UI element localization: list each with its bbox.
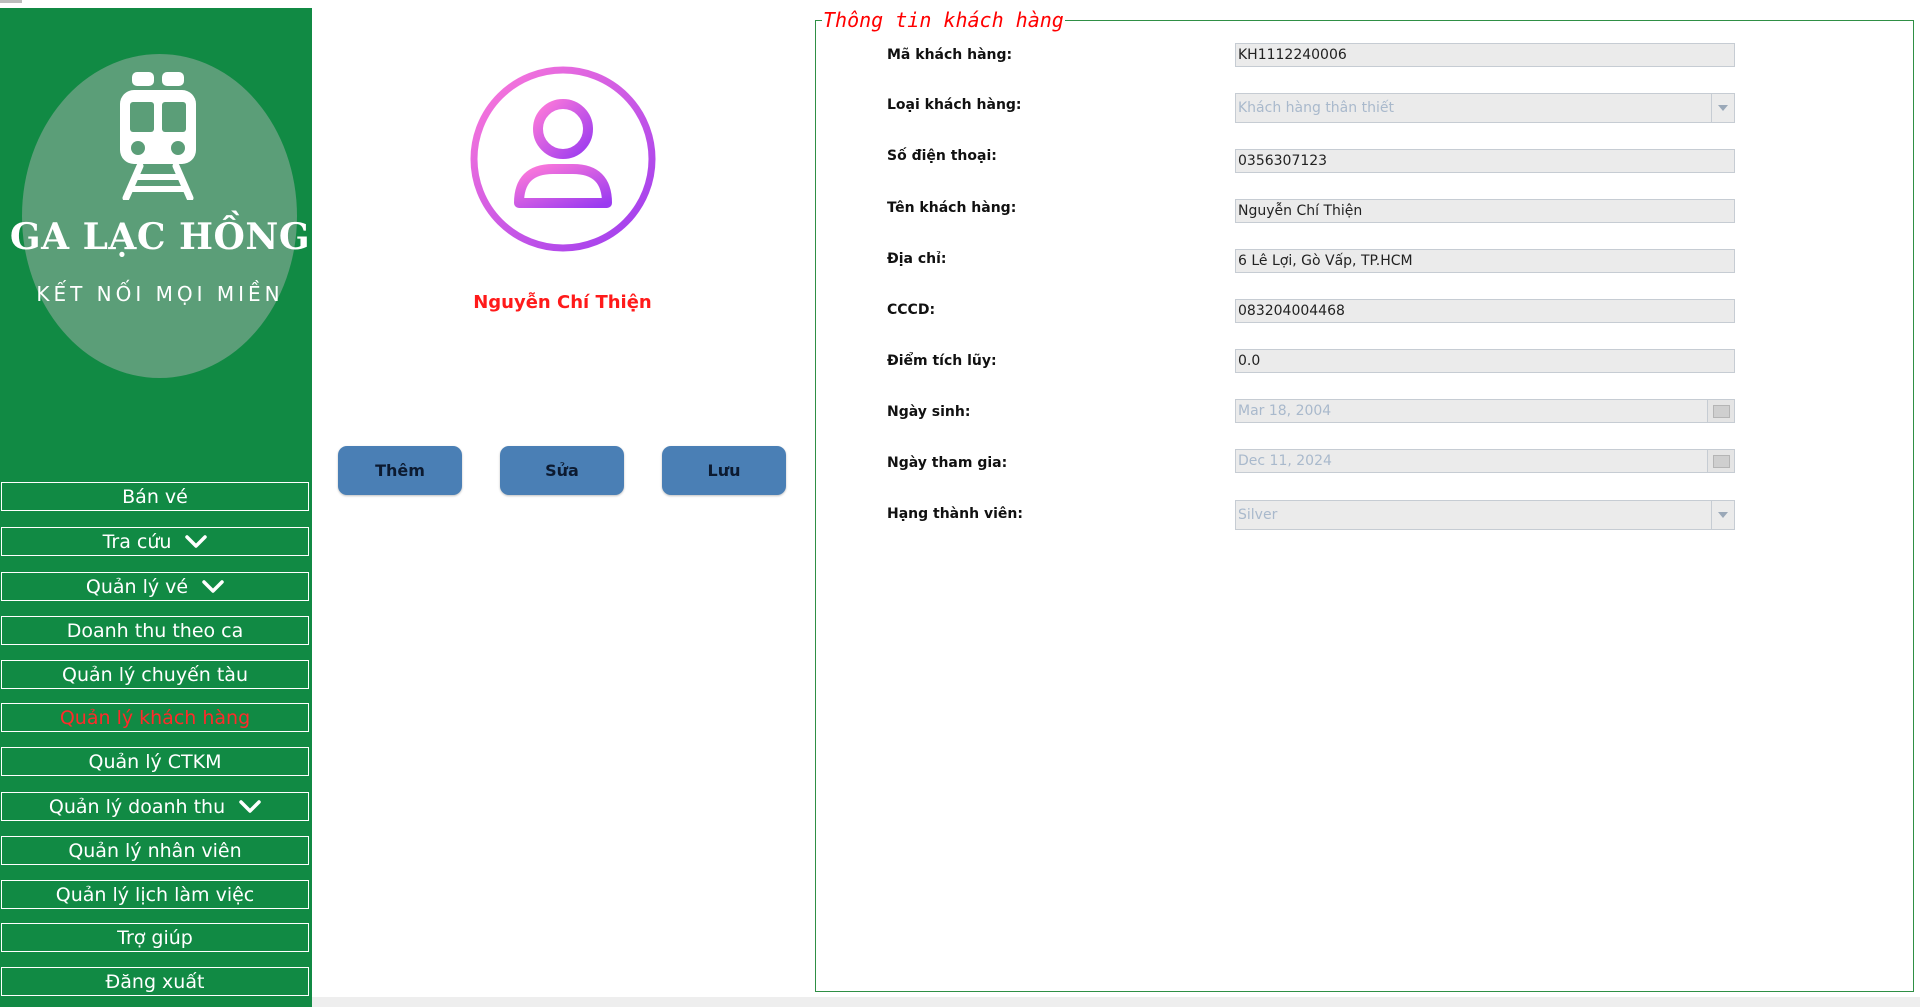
window-corner-mark — [0, 0, 22, 3]
chevron-down-icon[interactable] — [1711, 94, 1734, 122]
save-button[interactable]: Lưu — [662, 446, 786, 495]
membership-select[interactable]: Silver — [1235, 500, 1735, 530]
sidebar-item-label: Trợ giúp — [117, 926, 193, 949]
address-field[interactable]: 6 Lê Lợi, Gò Vấp, TP.HCM — [1235, 249, 1735, 273]
sidebar-item-label: Tra cứu — [102, 530, 172, 553]
bottom-scroll-strip — [312, 997, 1920, 1007]
sidebar-item-label: Quản lý chuyến tàu — [62, 663, 248, 686]
logo-tagline: KẾT NỐI MỌI MIỀN — [36, 282, 284, 306]
train-icon — [120, 72, 196, 200]
customer-id-field[interactable]: KH1112240006 — [1235, 43, 1735, 67]
membership-value: Silver — [1238, 507, 1278, 523]
customer-name-label: Tên khách hàng: — [887, 200, 1017, 216]
customer-type-label: Loại khách hàng: — [887, 97, 1022, 113]
sidebar-item-label: Quản lý vé — [85, 575, 189, 598]
chevron-down-icon — [239, 799, 261, 813]
customer-id-label: Mã khách hàng: — [887, 47, 1013, 63]
customer-name-field[interactable]: Nguyễn Chí Thiện — [1235, 199, 1735, 223]
customer-info-panel: Thông tin khách hàng Mã khách hàng: KH11… — [815, 8, 1914, 992]
sidebar-item-doanh-thu-theo-ca[interactable]: Doanh thu theo ca — [1, 616, 309, 645]
sidebar-item-quan-ly-ve[interactable]: Quản lý vé — [1, 572, 309, 601]
customer-type-select[interactable]: Khách hàng thân thiết — [1235, 93, 1735, 123]
chevron-down-icon — [202, 579, 224, 593]
sidebar-item-tra-cuu[interactable]: Tra cứu — [1, 527, 309, 556]
sidebar-item-quan-ly-lich-lam-viec[interactable]: Quản lý lịch làm việc — [1, 880, 309, 909]
sidebar-item-quan-ly-nhan-vien[interactable]: Quản lý nhân viên — [1, 836, 309, 865]
chevron-down-icon[interactable] — [1711, 501, 1734, 529]
join-date-picker[interactable]: Dec 11, 2024 — [1235, 449, 1735, 473]
customer-type-value: Khách hàng thân thiết — [1238, 100, 1394, 116]
id-card-field[interactable]: 083204004468 — [1235, 299, 1735, 323]
sidebar-item-label: Đăng xuất — [105, 970, 205, 993]
sidebar-item-quan-ly-chuyen-tau[interactable]: Quản lý chuyến tàu — [1, 660, 309, 689]
birth-date-picker[interactable]: Mar 18, 2004 — [1235, 399, 1735, 423]
sidebar-item-label: Quản lý nhân viên — [68, 839, 242, 862]
membership-label: Hạng thành viên: — [887, 506, 1023, 522]
phone-field[interactable]: 0356307123 — [1235, 149, 1735, 173]
sidebar-item-label: Quản lý CTKM — [88, 750, 222, 773]
sidebar-item-quan-ly-doanh-thu[interactable]: Quản lý doanh thu — [1, 792, 309, 821]
chevron-down-icon — [185, 534, 208, 548]
sidebar: GA LẠC HỒNG KẾT NỐI MỌI MIỀN Bán vé Tra … — [0, 8, 312, 1007]
panel-title: Thông tin khách hàng — [822, 8, 1065, 32]
sidebar-item-quan-ly-ctkm[interactable]: Quản lý CTKM — [1, 747, 309, 776]
sidebar-item-tro-giup[interactable]: Trợ giúp — [1, 923, 309, 952]
edit-button[interactable]: Sửa — [500, 446, 624, 495]
add-button[interactable]: Thêm — [338, 446, 462, 495]
sidebar-item-dang-xuat[interactable]: Đăng xuất — [1, 967, 309, 996]
logo-title: GA LẠC HỒNG — [9, 216, 311, 258]
customer-name: Nguyễn Chí Thiện — [473, 292, 652, 313]
address-label: Địa chỉ: — [887, 251, 947, 267]
id-card-label: CCCD: — [887, 302, 936, 318]
phone-label: Số điện thoại: — [887, 148, 997, 164]
birth-date-label: Ngày sinh: — [887, 404, 971, 420]
sidebar-item-label: Bán vé — [122, 485, 188, 508]
sidebar-item-ban-ve[interactable]: Bán vé — [1, 482, 309, 511]
sidebar-item-label: Quản lý doanh thu — [48, 795, 226, 818]
sidebar-item-quan-ly-khach-hang[interactable]: Quản lý khách hàng — [1, 703, 309, 732]
user-avatar-icon — [470, 66, 656, 252]
sidebar-item-label: Quản lý lịch làm việc — [55, 883, 255, 906]
birth-date-value: Mar 18, 2004 — [1238, 403, 1332, 419]
sidebar-item-label: Doanh thu theo ca — [66, 619, 244, 642]
sidebar-item-label: Quản lý khách hàng — [59, 706, 251, 729]
join-date-label: Ngày tham gia: — [887, 455, 1008, 471]
join-date-value: Dec 11, 2024 — [1238, 453, 1332, 469]
calendar-icon[interactable] — [1707, 400, 1734, 422]
points-label: Điểm tích lũy: — [887, 353, 997, 369]
points-field[interactable]: 0.0 — [1235, 349, 1735, 373]
calendar-icon[interactable] — [1707, 450, 1734, 472]
